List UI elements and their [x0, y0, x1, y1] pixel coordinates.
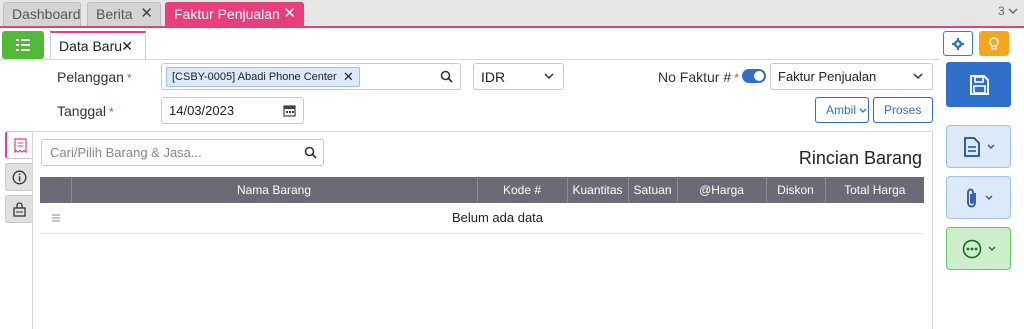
- attachment-menu-button[interactable]: [946, 176, 1011, 219]
- main-panel: Data Baru ✕ Pelanggan * [CSBY-0005] Abadi…: [0, 28, 1024, 329]
- close-icon[interactable]: ✕: [121, 33, 133, 59]
- lightbulb-icon: [989, 36, 999, 50]
- info-icon: [12, 170, 27, 184]
- tab-info[interactable]: [5, 163, 33, 191]
- tab-dashboard-label: Dashboard: [12, 6, 81, 22]
- tab-berita-label: Berita: [96, 6, 133, 22]
- column-header-kode[interactable]: Kode #: [477, 177, 568, 203]
- required-mark: *: [734, 71, 739, 85]
- tanggal-label: Tanggal *: [57, 103, 114, 119]
- pelanggan-label-text: Pelanggan: [57, 69, 124, 85]
- document-icon: [963, 136, 980, 157]
- chevron-down-icon: [985, 195, 992, 200]
- items-table: Nama Barang Kode # Kuantitas Satuan @Har…: [40, 177, 924, 234]
- close-icon[interactable]: ✕: [283, 3, 296, 25]
- tab-rincian-barang[interactable]: [5, 131, 33, 159]
- no-faktur-label: No Faktur # *: [658, 69, 739, 85]
- sub-tab-divider: [0, 59, 940, 60]
- chevron-down-icon: [987, 144, 994, 149]
- gear-icon: [952, 37, 964, 50]
- proses-label: Proses: [884, 103, 922, 117]
- section-title: Rincian Barang: [798, 148, 922, 168]
- column-header-satuan[interactable]: Satuan: [628, 177, 678, 203]
- currency-select[interactable]: IDR: [473, 63, 564, 90]
- document-menu-button[interactable]: [946, 125, 1011, 168]
- tab-overflow-menu[interactable]: 3: [998, 4, 1018, 18]
- top-tab-strip: Dashboard Berita ✕ Faktur Penjualan ✕ 3: [0, 0, 1024, 26]
- settings-button[interactable]: [943, 31, 973, 56]
- pelanggan-select[interactable]: [CSBY-0005] Abadi Phone Center ✕: [161, 63, 461, 90]
- required-mark: *: [109, 105, 114, 119]
- tanggal-value: 14/03/2023: [169, 103, 235, 118]
- column-header-kuantitas[interactable]: Kuantitas: [567, 177, 629, 203]
- tab-extra[interactable]: [5, 195, 33, 223]
- floppy-disk-icon: [969, 74, 989, 95]
- save-button[interactable]: [946, 62, 1011, 107]
- column-header-handle: [40, 177, 72, 203]
- column-header-nama-barang[interactable]: Nama Barang: [71, 177, 478, 203]
- tanggal-input[interactable]: 14/03/2023: [161, 97, 304, 124]
- pelanggan-chip-label: [CSBY-0005] Abadi Phone Center: [172, 71, 337, 83]
- ambil-button[interactable]: Ambil: [815, 97, 869, 123]
- tab-faktur-penjualan[interactable]: Faktur Penjualan ✕: [165, 2, 304, 26]
- close-icon[interactable]: ✕: [140, 3, 153, 25]
- menu-button[interactable]: [2, 31, 44, 59]
- column-header-harga[interactable]: @Harga: [677, 177, 767, 203]
- auto-number-toggle[interactable]: [742, 69, 766, 83]
- item-search-input[interactable]: [50, 145, 300, 160]
- no-faktur-label-text: No Faktur #: [658, 69, 732, 85]
- pelanggan-label: Pelanggan *: [57, 69, 132, 85]
- list-icon: [16, 39, 30, 51]
- empty-message: Belum ada data: [71, 203, 924, 234]
- row-handle-cell: [40, 203, 71, 234]
- more-actions-button[interactable]: [946, 227, 1011, 270]
- table-row-empty: Belum ada data: [40, 203, 924, 234]
- chevron-down-icon: [544, 73, 554, 80]
- bag-icon: [13, 201, 26, 217]
- rincian-barang-panel: Rincian Barang Nama Barang Kode # Kuanti…: [32, 131, 933, 329]
- tab-data-baru[interactable]: Data Baru ✕: [50, 31, 146, 60]
- paperclip-icon: [966, 188, 976, 207]
- tips-button[interactable]: [979, 31, 1009, 56]
- drag-handle-icon: [51, 214, 60, 222]
- calendar-icon[interactable]: [283, 104, 296, 117]
- tab-faktur-penjualan-label: Faktur Penjualan: [174, 6, 280, 22]
- column-header-diskon[interactable]: Diskon: [766, 177, 826, 203]
- chevron-down-icon: [988, 246, 995, 251]
- chevron-down-icon: [859, 108, 867, 113]
- proses-button[interactable]: Proses: [873, 97, 933, 137]
- tab-berita[interactable]: Berita ✕: [87, 2, 161, 26]
- table-header-row: Nama Barang Kode # Kuantitas Satuan @Har…: [40, 177, 924, 203]
- tab-count: 3: [997, 4, 1005, 18]
- chevron-down-icon: [1008, 8, 1018, 14]
- search-icon[interactable]: [440, 70, 453, 83]
- ellipsis-circle-icon: [962, 239, 981, 258]
- close-icon[interactable]: ✕: [343, 68, 354, 86]
- receipt-icon: [13, 137, 27, 153]
- pelanggan-chip: [CSBY-0005] Abadi Phone Center ✕: [166, 67, 360, 87]
- chevron-down-icon: [913, 73, 923, 80]
- tanggal-label-text: Tanggal: [57, 103, 107, 119]
- faktur-type-select[interactable]: Faktur Penjualan: [770, 63, 933, 90]
- column-header-total-harga[interactable]: Total Harga: [825, 177, 924, 203]
- search-icon[interactable]: [304, 146, 317, 159]
- item-search-field[interactable]: [41, 139, 324, 166]
- tab-data-baru-label: Data Baru: [59, 38, 123, 54]
- currency-value: IDR: [481, 69, 506, 85]
- ambil-label: Ambil: [826, 103, 857, 117]
- faktur-type-value: Faktur Penjualan: [778, 69, 877, 84]
- tab-dashboard[interactable]: Dashboard: [3, 2, 81, 26]
- required-mark: *: [126, 71, 132, 85]
